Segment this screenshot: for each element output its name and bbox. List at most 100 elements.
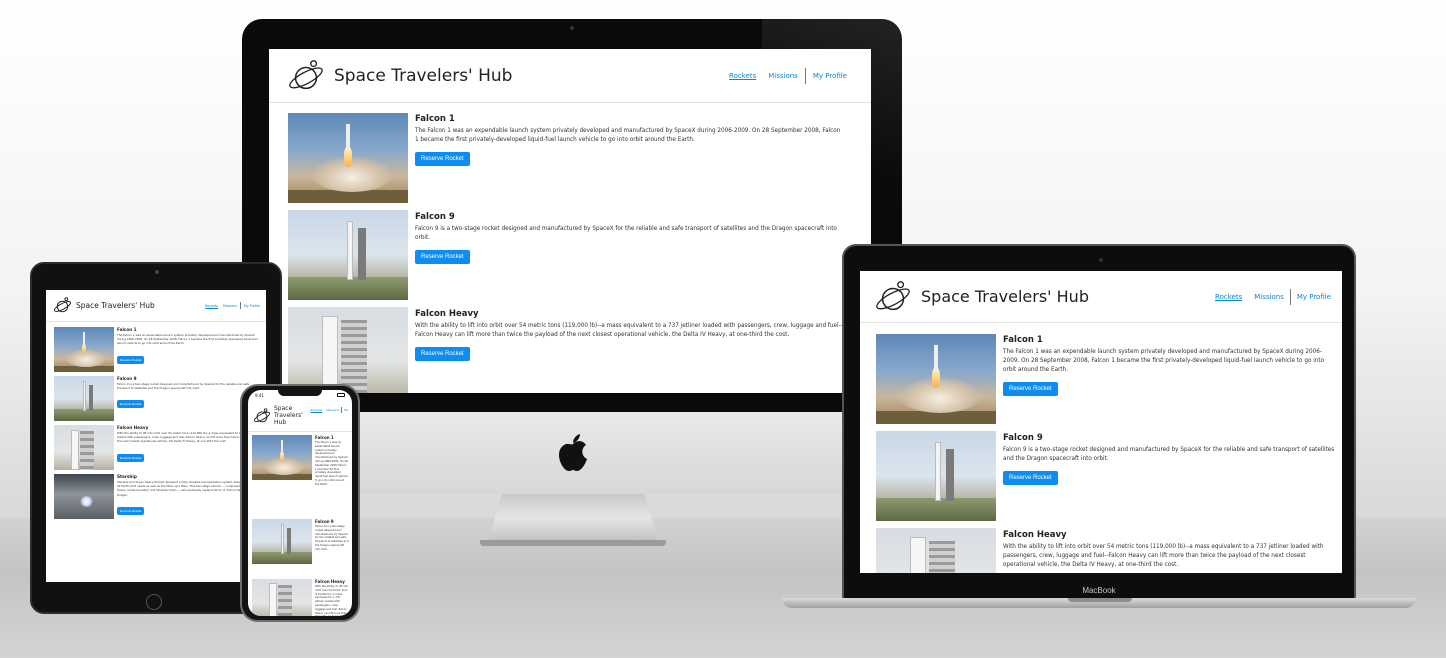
nav-profile-link[interactable]: My Profile xyxy=(1297,293,1331,301)
rocket-description: With the ability to lift into orbit over… xyxy=(1003,544,1324,568)
rocket-item: Falcon 1 The Falcon 1 was an expendable … xyxy=(54,327,262,376)
rocket-item: Falcon 9 Falcon 9 is a two-stage rocket … xyxy=(54,376,262,425)
rocket-name: Falcon 1 xyxy=(415,114,455,124)
rocket-image xyxy=(54,474,114,519)
site-title: Space Travelers' Hub xyxy=(76,301,155,310)
rocket-image xyxy=(288,113,408,203)
rocket-image xyxy=(252,579,312,616)
rocket-info: Falcon 9 Falcon 9 is a two-stage rocket … xyxy=(1003,431,1335,528)
nav-missions-link[interactable]: Missions xyxy=(223,304,237,308)
apple-logo-icon xyxy=(559,434,587,471)
site-header: Space Travelers' Hub Rockets Missions My… xyxy=(860,271,1342,323)
rocket-list: Falcon 1 The Falcon 1 was an expendable … xyxy=(860,323,1342,573)
site-header: Space Travelers' Hub Rockets Missions My xyxy=(248,400,352,432)
rocket-info: Falcon 9 Falcon 9 is a two-stage rocket … xyxy=(315,519,349,577)
site-title: Space Travelers' Hub xyxy=(921,287,1089,306)
rocket-name: Falcon 9 xyxy=(1003,433,1043,443)
reserve-rocket-button[interactable]: Reserve Rocket xyxy=(415,250,470,264)
brand[interactable]: Space Travelers' Hub xyxy=(253,405,303,426)
reserve-rocket-button[interactable]: Reserve Rocket xyxy=(117,355,145,364)
rocket-item: Falcon 1 The Falcon 1 was an expendable … xyxy=(252,435,350,519)
rocket-name: Falcon Heavy xyxy=(415,309,479,319)
ipad-screen: Space Travelers' Hub Rockets Missions My… xyxy=(46,290,266,582)
iphone-screen: 9:41 Space Travelers' Hub Rockets Missio… xyxy=(248,390,352,616)
rocket-item: Falcon Heavy With the ability to lift in… xyxy=(876,528,1336,573)
rocket-name: Falcon 9 xyxy=(117,376,137,381)
main-nav: Rockets Missions My Profile xyxy=(205,302,260,309)
site-header: Space Travelers' Hub Rockets Missions My… xyxy=(46,290,266,322)
rocket-image xyxy=(54,327,114,372)
rocket-description: The Falcon 1 was an expendable launch sy… xyxy=(415,128,841,143)
rocket-image xyxy=(252,519,312,564)
rocket-description: Falcon 9 is a two-stage rocket designed … xyxy=(315,525,349,551)
iphone-notch xyxy=(278,388,322,396)
status-time: 9:41 xyxy=(255,392,264,398)
nav-profile-link[interactable]: My Profile xyxy=(244,304,260,308)
brand[interactable]: Space Travelers' Hub xyxy=(287,57,512,95)
rocket-item: Falcon Heavy With the ability to lift in… xyxy=(54,425,262,474)
rocket-description: With the ability to lift into orbit over… xyxy=(315,585,349,616)
nav-divider xyxy=(804,67,806,84)
rocket-image xyxy=(54,376,114,421)
rocket-info: Falcon 9 Falcon 9 is a two-stage rocket … xyxy=(415,210,845,307)
nav-rockets-link[interactable]: Rockets xyxy=(1215,293,1242,301)
rocket-item: Falcon 9 Falcon 9 is a two-stage rocket … xyxy=(876,431,1336,528)
rocket-item: Falcon 9 Falcon 9 is a two-stage rocket … xyxy=(252,519,350,579)
camera-icon xyxy=(155,270,159,274)
rocket-image xyxy=(288,210,408,300)
rocket-image xyxy=(876,431,996,521)
main-nav: Rockets Missions My xyxy=(311,407,350,413)
rocket-name: Falcon 1 xyxy=(1003,335,1043,345)
rocket-list: Falcon 1 The Falcon 1 was an expendable … xyxy=(248,432,352,616)
rocket-name: Falcon 9 xyxy=(415,212,455,222)
rocket-item: Falcon Heavy With the ability to lift in… xyxy=(252,579,350,616)
camera-icon xyxy=(1099,258,1103,262)
rocket-image xyxy=(288,307,408,393)
reserve-rocket-button[interactable]: Reserve Rocket xyxy=(415,347,470,361)
rocket-description: The Falcon 1 was an expendable launch sy… xyxy=(1003,349,1325,373)
nav-rockets-link[interactable]: Rockets xyxy=(205,304,218,308)
rocket-name: Falcon 9 xyxy=(315,519,334,524)
reserve-rocket-button[interactable]: Reserve Rocket xyxy=(117,453,145,462)
home-button xyxy=(146,594,162,610)
nav-divider xyxy=(1289,288,1291,305)
rocket-description: The Falcon 1 was an expendable launch sy… xyxy=(117,333,258,346)
main-nav: Rockets Missions My Profile xyxy=(1215,288,1331,305)
rocket-item: Starship Starship and Super Heavy Rocket… xyxy=(54,474,262,523)
macbook-screen: Space Travelers' Hub Rockets Missions My… xyxy=(860,271,1342,573)
macbook-label: MacBook xyxy=(1082,586,1116,595)
macbook-notch xyxy=(1068,598,1132,602)
battery-icon xyxy=(337,393,345,397)
reserve-rocket-button[interactable]: Reserve Rocket xyxy=(117,506,145,515)
nav-rockets-link[interactable]: Rockets xyxy=(311,408,323,412)
site-title: Space Travelers' Hub xyxy=(274,405,303,426)
reserve-rocket-button[interactable]: Reserve Rocket xyxy=(415,152,470,166)
imac-stand xyxy=(488,494,658,542)
rocket-info: Falcon Heavy With the ability to lift in… xyxy=(415,307,845,393)
nav-profile-link[interactable]: My Profile xyxy=(813,72,847,80)
nav-divider xyxy=(341,407,342,413)
reserve-rocket-button[interactable]: Reserve Rocket xyxy=(117,400,145,409)
rocket-info: Falcon 1 The Falcon 1 was an expendable … xyxy=(415,113,845,210)
imac-screen: Space Travelers' Hub Rockets Missions My… xyxy=(269,49,871,393)
main-nav: Rockets Missions My Profile xyxy=(729,67,847,84)
planet-logo-icon xyxy=(53,297,72,313)
nav-missions-link[interactable]: Missions xyxy=(326,408,339,412)
nav-missions-link[interactable]: Missions xyxy=(768,72,798,80)
rocket-item: Falcon 1 The Falcon 1 was an expendable … xyxy=(288,113,851,210)
reserve-rocket-button[interactable]: Reserve Rocket xyxy=(1003,382,1058,396)
rocket-item: Falcon 9 Falcon 9 is a two-stage rocket … xyxy=(288,210,851,307)
reserve-rocket-button[interactable]: Reserve Rocket xyxy=(1003,471,1058,485)
rocket-info: Falcon Heavy With the ability to lift in… xyxy=(1003,528,1335,573)
rocket-item: Falcon Heavy With the ability to lift in… xyxy=(288,307,851,393)
nav-rockets-link[interactable]: Rockets xyxy=(729,72,756,80)
imac-foot xyxy=(480,540,666,546)
rocket-description: The Falcon 1 was an expendable launch sy… xyxy=(315,441,348,486)
planet-logo-icon xyxy=(876,280,910,310)
rocket-info: Falcon Heavy With the ability to lift in… xyxy=(315,579,349,616)
brand[interactable]: Space Travelers' Hub xyxy=(874,278,1089,316)
nav-missions-link[interactable]: Missions xyxy=(1254,293,1284,301)
brand[interactable]: Space Travelers' Hub xyxy=(53,296,155,315)
nav-profile-link[interactable]: My xyxy=(344,408,350,412)
rocket-name: Falcon 1 xyxy=(117,327,137,332)
